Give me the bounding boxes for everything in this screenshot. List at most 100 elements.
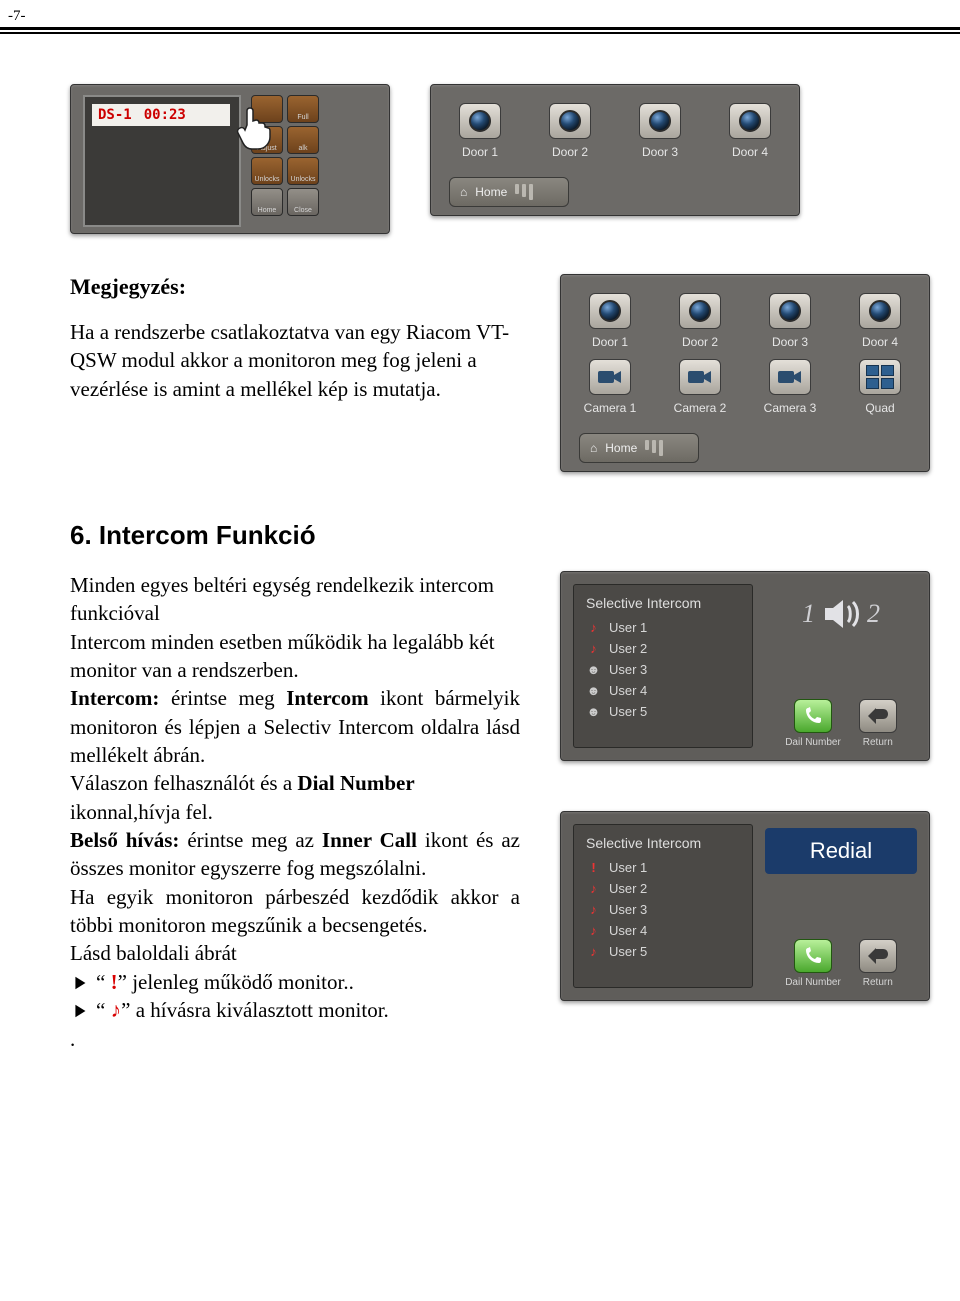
line3: Intercom: érintse meg Intercom ikont bár… xyxy=(70,684,520,769)
camera-lens-icon xyxy=(559,110,581,132)
door1-label: Door 1 xyxy=(462,145,498,159)
camera2-button[interactable] xyxy=(679,359,721,395)
quad-icon xyxy=(866,365,894,389)
music-note-icon: ♪ xyxy=(586,944,601,959)
user-item-2[interactable]: ♪User 2 xyxy=(586,878,740,899)
speaker-icon xyxy=(821,594,861,634)
user-list-title: Selective Intercom xyxy=(586,835,740,851)
user-item-5[interactable]: ☻ User 5 xyxy=(586,701,740,722)
line2: Intercom minden esetben működik ha legal… xyxy=(70,628,520,685)
return-button[interactable] xyxy=(859,699,897,733)
user-list-title: Selective Intercom xyxy=(586,595,740,611)
l5a: Belső hívás: xyxy=(70,828,179,852)
user-list-box: Selective Intercom !User 1 ♪User 2 ♪User… xyxy=(573,824,753,988)
camera3-label: Camera 3 xyxy=(764,401,817,415)
camera-lens-icon xyxy=(599,300,621,322)
sound-indicator: 1 2 xyxy=(765,584,917,644)
music-note-icon: ♪ xyxy=(586,641,601,656)
quad-label: Quad xyxy=(865,401,894,415)
header-rule xyxy=(0,27,960,34)
mini-btn-unlock1[interactable]: Unlocks xyxy=(251,157,283,185)
intercom-panel-1: Selective Intercom ♪User 1 ♪User 2 ☻User… xyxy=(560,571,930,761)
user-item-1[interactable]: ♪ User 1 xyxy=(586,617,740,638)
home-bar[interactable]: ⌂ Home xyxy=(579,433,699,463)
ds-name: DS-1 xyxy=(98,107,132,123)
mini-btn-talk[interactable]: alk xyxy=(287,126,319,154)
mini-btn-home[interactable]: Home xyxy=(251,188,283,216)
door1-button[interactable] xyxy=(589,293,631,329)
camera-lens-icon xyxy=(779,300,801,322)
user-item-1[interactable]: !User 1 xyxy=(586,857,740,878)
user-item-4[interactable]: ♪User 4 xyxy=(586,920,740,941)
user5-label: User 5 xyxy=(609,704,647,719)
user2-label: User 2 xyxy=(609,881,647,896)
note-label: Megjegyzés: xyxy=(70,274,520,300)
door3-label: Door 3 xyxy=(642,145,678,159)
camera1-label: Camera 1 xyxy=(584,401,637,415)
home-label: Home xyxy=(605,441,637,455)
camera1-button[interactable] xyxy=(589,359,631,395)
camera3-button[interactable] xyxy=(769,359,811,395)
line7: Lásd baloldali ábrát xyxy=(70,939,520,967)
bullet1: ► “ !” jelenleg működő monitor.. xyxy=(70,968,520,996)
note-icon: ♪ xyxy=(111,998,122,1022)
user-item-4[interactable]: ☻User 4 xyxy=(586,680,740,701)
camcorder-icon xyxy=(597,367,623,387)
user-item-3[interactable]: ☻ User 3 xyxy=(586,659,740,680)
quad-button[interactable] xyxy=(859,359,901,395)
return-button[interactable] xyxy=(859,939,897,973)
home-icon: ⌂ xyxy=(590,441,597,455)
intercom-word: Intercom xyxy=(286,686,368,710)
door4-button[interactable] xyxy=(729,103,771,139)
dial-label: Dail Number xyxy=(785,737,841,748)
line1: Minden egyes beltéri egység rendelkezik … xyxy=(70,571,520,628)
camera-lens-icon xyxy=(689,300,711,322)
trailing-dot: . xyxy=(70,1025,520,1053)
video-strip: DS-1 00:23 xyxy=(83,95,241,227)
redial-button[interactable]: Redial xyxy=(765,828,917,874)
signal-bars-icon xyxy=(645,440,663,456)
person-icon: ☻ xyxy=(586,704,601,719)
b2a: “ xyxy=(96,998,111,1022)
door1-button[interactable] xyxy=(459,103,501,139)
door3-button[interactable] xyxy=(639,103,681,139)
user-item-2[interactable]: ♪User 2 xyxy=(586,638,740,659)
home-icon: ⌂ xyxy=(460,185,467,199)
music-note-icon: ♪ xyxy=(586,620,601,635)
user-item-3[interactable]: ♪User 3 xyxy=(586,899,740,920)
bullet2: ► “ ♪” a hívásra kiválasztott monitor. xyxy=(70,996,520,1024)
intercom-prefix: Intercom: xyxy=(70,686,159,710)
screenshot-doors-cams-panel: Door 1 Door 2 Door 3 Door 4 Camera 1 Cam… xyxy=(560,274,930,472)
l4a: Válaszon felhasználót és a xyxy=(70,771,297,795)
ds-titlebar: DS-1 00:23 xyxy=(92,104,230,126)
door3-label: Door 3 xyxy=(772,335,808,349)
count-1: 1 xyxy=(802,601,815,627)
user1-label: User 1 xyxy=(609,620,647,635)
intercom-description: Minden egyes beltéri egység rendelkezik … xyxy=(70,571,520,1053)
door3-button[interactable] xyxy=(769,293,811,329)
dial-number-button[interactable] xyxy=(794,939,832,973)
tap-hand-icon xyxy=(231,103,275,151)
door2-button[interactable] xyxy=(549,103,591,139)
person-icon: ☻ xyxy=(586,662,601,677)
camera-lens-icon xyxy=(739,110,761,132)
line6: Ha egyik monitoron párbeszéd kezdődik ak… xyxy=(70,883,520,940)
dial-number-button[interactable] xyxy=(794,699,832,733)
dial-label: Dail Number xyxy=(785,977,841,988)
mini-btn-full[interactable]: Full xyxy=(287,95,319,123)
exclaim-icon: ! xyxy=(586,860,601,875)
ds-time: 00:23 xyxy=(144,107,186,123)
mini-btn-unlock2[interactable]: Unlocks xyxy=(287,157,319,185)
user-item-5[interactable]: ♪User 5 xyxy=(586,941,740,962)
user3-label: User 3 xyxy=(609,662,647,677)
door4-button[interactable] xyxy=(859,293,901,329)
user4-label: User 4 xyxy=(609,683,647,698)
mini-btn-close[interactable]: Close xyxy=(287,188,319,216)
home-bar[interactable]: ⌂ Home xyxy=(449,177,569,207)
camcorder-icon xyxy=(777,367,803,387)
user4-label: User 4 xyxy=(609,923,647,938)
b1b: ” jelenleg működő monitor.. xyxy=(118,970,354,994)
door2-button[interactable] xyxy=(679,293,721,329)
door4-label: Door 4 xyxy=(732,145,768,159)
door2-label: Door 2 xyxy=(682,335,718,349)
